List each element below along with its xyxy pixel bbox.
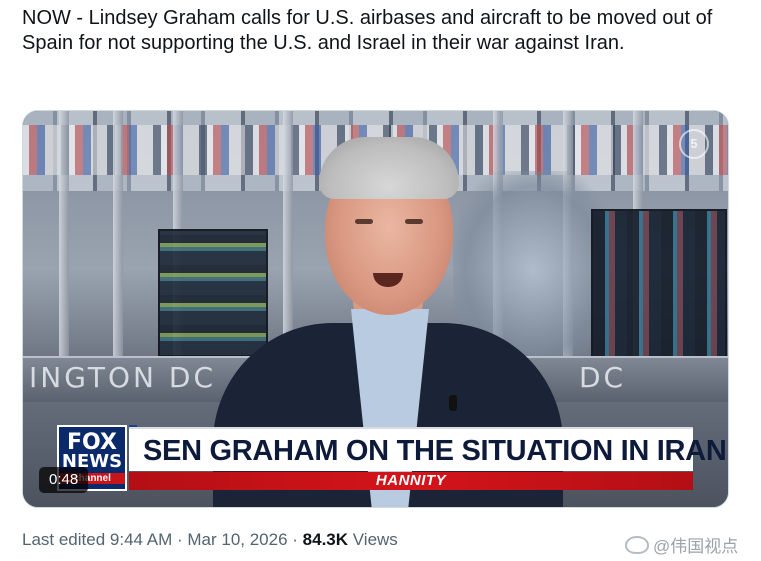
chyron-show-name: HANNITY <box>129 472 693 490</box>
lapel-mic-icon <box>449 395 457 411</box>
watermark: @伟国视点 <box>625 532 738 557</box>
video-duration: 0:48 <box>39 467 89 493</box>
tweet-text: NOW - Lindsey Graham calls for U.S. airb… <box>22 7 713 54</box>
studio-sign-left: INGTON DC <box>29 361 217 394</box>
network-bug-icon: 5 <box>679 129 709 159</box>
video-player[interactable]: INGTON DC DC 5 FOX NEWS channel SEN GRAH… <box>22 110 729 508</box>
studio-sign-right: DC <box>579 361 627 394</box>
weibo-icon <box>625 535 649 554</box>
views-label: Views <box>348 530 398 549</box>
edited-timestamp[interactable]: Last edited 9:44 AM · Mar 10, 2026 · <box>22 530 303 549</box>
watermark-text: @伟国视点 <box>653 537 739 556</box>
chyron-headline: SEN GRAHAM ON THE SITUATION IN IRAN <box>129 427 727 471</box>
views-count: 84.3K <box>302 530 349 549</box>
monitor-wall-right <box>591 209 727 359</box>
tweet-meta: Last edited 9:44 AM · Mar 10, 2026 · 84.… <box>22 530 398 550</box>
